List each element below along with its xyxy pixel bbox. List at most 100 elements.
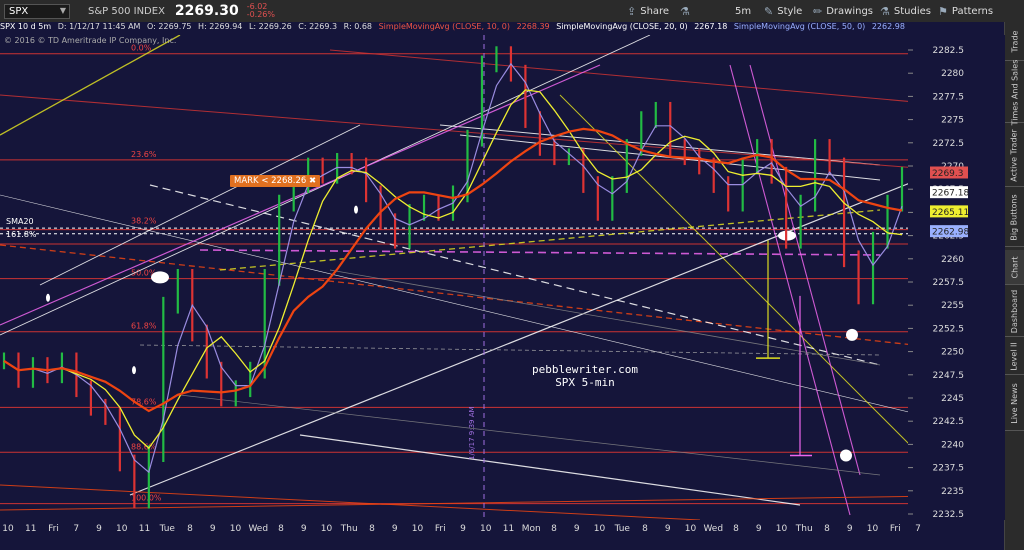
right-tab-label: Big Buttons <box>1010 193 1020 241</box>
symbol-text: SPX <box>9 5 29 17</box>
marker-circle <box>846 328 858 341</box>
chevron-down-icon[interactable]: ▼ <box>60 6 66 15</box>
right-tab-live-news[interactable]: Live News <box>1005 376 1024 431</box>
price-tick-label: 2237.5 <box>933 464 965 474</box>
time-tick-label: Wed <box>248 524 268 534</box>
time-tick-label: Mon <box>522 524 541 534</box>
drawings-button[interactable]: ✏ Drawings <box>813 0 873 22</box>
mark-label-text: MARK < 2268.26 <box>234 176 307 186</box>
time-tick-label: 9 <box>210 524 216 534</box>
fib-percent-label: 61.8% <box>131 322 157 331</box>
bar-high: H: 2269.94 <box>198 22 243 31</box>
right-tab-level-ii[interactable]: Level II <box>1005 338 1024 375</box>
right-tab-label: Chart <box>1010 256 1020 278</box>
price-tick-label: 2260 <box>941 255 964 265</box>
time-tick-label: Tue <box>614 524 631 534</box>
right-tab-chart[interactable]: Chart <box>1005 250 1024 285</box>
time-tick-label: Fri <box>890 524 901 534</box>
fib-percent-label: 38.2% <box>131 216 157 225</box>
patterns-icon: ⚑ <box>938 4 948 18</box>
right-tab-big-buttons[interactable]: Big Buttons <box>1005 188 1024 247</box>
price-tick-label: 2250 <box>941 348 964 358</box>
trend-line <box>129 144 1005 496</box>
copyright-text: © 2016 © TD Ameritrade IP Company, Inc. <box>4 36 177 45</box>
time-tick-label: 8 <box>733 524 739 534</box>
right-tab-dashboard[interactable]: Dashboard <box>1005 286 1024 337</box>
style-button[interactable]: ✎ Style <box>764 0 802 22</box>
patterns-label: Patterns <box>951 5 994 17</box>
date-annotation: 1/6/17 9:39 AM <box>468 406 476 460</box>
time-tick-label: Fri <box>435 524 446 534</box>
time-tick-label: 9 <box>665 524 671 534</box>
timeframe-button[interactable]: 5m <box>735 0 751 22</box>
trend-line <box>329 49 1005 111</box>
time-tick-label: 7 <box>915 524 921 534</box>
close-icon[interactable]: ✖ <box>309 176 316 186</box>
right-tab-times-and-sales[interactable]: Times And Sales <box>1005 59 1024 125</box>
time-tick-label: 11 <box>503 524 514 534</box>
fib-percent-label: 0.0% <box>131 44 152 53</box>
sma20-value: 2267.18 <box>694 22 728 31</box>
top-toolbar: SPX ▼ S&P 500 INDEX 2269.30 -6.02 -0.26%… <box>0 0 1024 23</box>
right-tab-label: Times And Sales <box>1010 59 1019 125</box>
time-tick-label: 8 <box>278 524 284 534</box>
marker-circle <box>46 293 50 302</box>
time-tick-label: Thu <box>340 524 358 534</box>
time-tick-label: 10 <box>776 524 788 534</box>
symbol-input[interactable]: SPX ▼ <box>4 3 70 19</box>
bar-date: D: 1/12/17 11:45 AM <box>57 22 141 31</box>
trend-line <box>139 344 881 356</box>
price-tick-label: 2240 <box>941 440 964 450</box>
time-tick-label: Thu <box>795 524 813 534</box>
time-tick-label: Wed <box>703 524 723 534</box>
price-tag-value: 2269.3 <box>932 169 964 179</box>
time-tick-label: 10 <box>412 524 424 534</box>
time-tick-label: 10 <box>116 524 128 534</box>
marker-circle <box>840 449 852 462</box>
price-tick-label: 2272.5 <box>933 139 965 149</box>
right-tab-trade[interactable]: Trade <box>1005 22 1024 61</box>
time-tick-label: 8 <box>551 524 557 534</box>
time-tick-label: 9 <box>460 524 466 534</box>
price-tag-value: 2267.18 <box>932 189 969 199</box>
time-tick-label: 9 <box>392 524 398 534</box>
trend-line <box>299 434 801 506</box>
mark-label[interactable]: MARK < 2268.26 ✖ <box>230 175 321 187</box>
change-pct: -0.26% <box>246 10 275 19</box>
price-tick-label: 2280 <box>941 69 964 79</box>
patterns-button[interactable]: ⚑ Patterns <box>938 0 993 22</box>
right-tab-label: Trade <box>1010 30 1019 52</box>
right-tab-label: Dashboard <box>1010 289 1019 333</box>
time-tick-label: 9 <box>847 524 853 534</box>
price-tag-value: 2262.98 <box>932 228 969 238</box>
time-tick-label: 9 <box>756 524 762 534</box>
chart-title: SPX 10 d 5m <box>0 22 52 31</box>
sma20-label: SMA20 <box>6 217 34 226</box>
studies-label: Studies <box>893 5 931 17</box>
trend-line <box>219 209 881 271</box>
style-label: Style <box>777 5 803 17</box>
trend-line <box>0 484 701 520</box>
right-tab-active-trader[interactable]: Active Trader <box>1005 124 1024 187</box>
time-tick-label: 10 <box>480 524 492 534</box>
time-tick-label: 10 <box>230 524 242 534</box>
trend-line <box>0 35 181 136</box>
studies-button[interactable]: ⚗ Studies <box>880 0 931 22</box>
right-tab-label: Active Trader <box>1010 128 1020 182</box>
right-tab-label: Level II <box>1010 341 1020 371</box>
time-tick-label: 10 <box>685 524 697 534</box>
change-box: -6.02 -0.26% <box>247 3 275 19</box>
price-tick-label: 2255 <box>941 301 964 311</box>
price-tick-label: 2282.5 <box>933 46 965 56</box>
flask-button[interactable]: ⚗ <box>680 0 694 22</box>
time-tick-label: 8 <box>824 524 830 534</box>
sma10-value: 2268.39 <box>516 22 550 31</box>
price-axis: 2282.522802277.522752272.522702267.52265… <box>908 35 1005 520</box>
watermark: pebblewriter.com SPX 5-min <box>500 363 670 389</box>
time-tick-label: 11 <box>25 524 36 534</box>
time-tick-label: 9 <box>301 524 307 534</box>
sma20-name: SimpleMovingAvg (CLOSE, 20, 0) <box>556 22 688 31</box>
price-chart[interactable]: 2282.12270.662263.142261.62257.862252.14… <box>0 35 1005 520</box>
share-button[interactable]: ⇪ Share <box>627 0 669 22</box>
bar-close: C: 2269.3 <box>298 22 338 31</box>
